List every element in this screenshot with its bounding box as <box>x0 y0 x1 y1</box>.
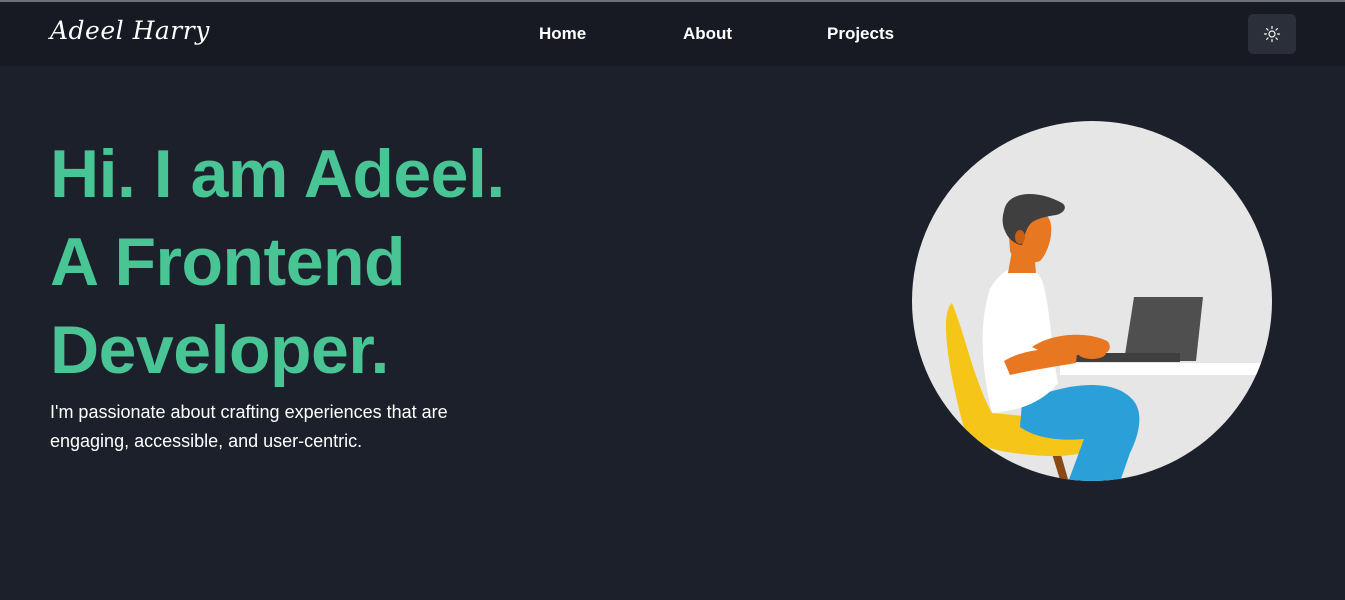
hero-heading-line: Hi. I am Adeel. <box>50 136 505 212</box>
brand-logo[interactable]: Adeel Harry <box>50 16 210 45</box>
nav-link-projects[interactable]: Projects <box>827 24 894 44</box>
navbar: Adeel Harry Home About Projects <box>0 2 1345 66</box>
hero-heading-line: A Frontend <box>50 224 406 300</box>
hero-subtitle: I'm passionate about crafting experience… <box>50 402 448 451</box>
hero-heading-line: Developer. <box>50 312 389 388</box>
person-at-laptop-illustration <box>912 121 1272 481</box>
sun-icon <box>1263 25 1281 43</box>
nav-link-home[interactable]: Home <box>539 24 586 44</box>
nav-link-about[interactable]: About <box>683 24 732 44</box>
hero-heading: Hi. I am Adeel. A Frontend Developer. <box>50 130 750 394</box>
theme-toggle-button[interactable] <box>1248 14 1296 54</box>
